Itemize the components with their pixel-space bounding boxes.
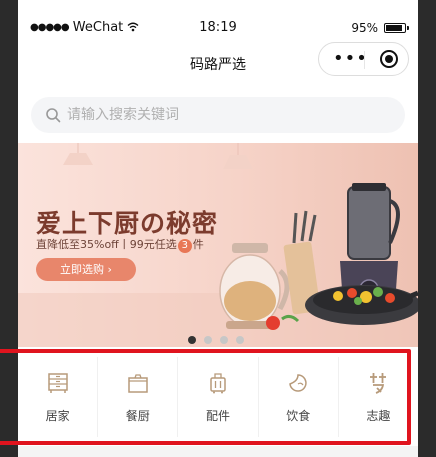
carousel-dot[interactable] [204,336,212,344]
status-bar: ●●●●● WeChat 18:19 95% [18,0,418,40]
carousel-indicator [188,336,244,344]
category-nav: 居家 餐厨 配件 饮食 志趣 [18,357,418,437]
section-divider [18,446,418,457]
category-home[interactable]: 居家 [18,357,99,437]
category-kitchen[interactable]: 餐厨 [98,357,179,437]
category-label: 餐厨 [125,409,150,423]
phone-screen: ●●●●● WeChat 18:19 95% 码路严选 ••• 请输入搜索关键词… [18,0,418,457]
category-accessories[interactable]: 配件 [178,357,259,437]
category-label: 志趣 [366,409,391,423]
pot-icon [128,374,148,393]
cabinet-icon [47,373,68,393]
banner-subtitle-text: 直降低至35%off丨99元任选 [36,238,177,251]
hobby-icon [370,373,387,394]
search-icon [46,108,61,123]
shop-now-button[interactable]: 立即选购 › [36,258,136,281]
carousel-dot[interactable] [220,336,228,344]
battery-icon [384,23,409,33]
food-icon [289,374,307,392]
battery-area: 95% [351,20,409,36]
category-hobby[interactable]: 志趣 [339,357,418,437]
banner-subtitle-unit: 件 [192,238,204,251]
promo-banner[interactable]: 爱上下厨の秘密 直降低至35%off丨99元任选 3 件 立即选购 › [18,143,418,347]
capsule-divider [364,51,365,69]
search-bar[interactable] [31,97,405,133]
mini-program-capsule: ••• [318,42,409,76]
category-label: 饮食 [286,409,311,423]
category-label: 居家 [45,409,70,423]
suitcase-icon [210,373,226,394]
carousel-dot[interactable] [236,336,244,344]
record-close-icon[interactable] [380,50,398,68]
battery-fill [386,25,403,31]
more-dots-icon[interactable]: ••• [333,50,368,68]
battery-percent: 95% [351,21,378,35]
carousel-dot[interactable] [188,336,196,344]
banner-count-badge: 3 [177,239,192,253]
category-label: 配件 [206,409,231,423]
banner-title: 爱上下厨の秘密 [36,209,219,238]
category-food[interactable]: 饮食 [259,357,339,437]
banner-subtitle: 直降低至35%off丨99元任选 3 件 [36,236,204,253]
search-input[interactable] [67,97,387,133]
